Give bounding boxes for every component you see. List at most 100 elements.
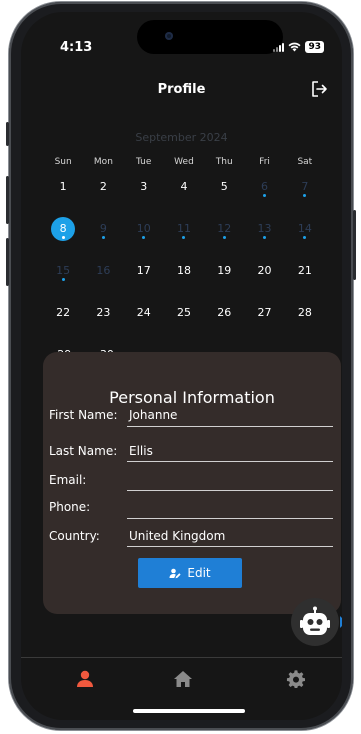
side-button <box>6 122 9 146</box>
calendar-day[interactable]: 6 <box>244 175 284 199</box>
calendar-day-number: 5 <box>220 180 228 193</box>
calendar-day[interactable]: 18 <box>164 259 204 283</box>
last-name-underline <box>127 461 333 462</box>
status-time: 4:13 <box>60 40 93 55</box>
calendar-day-number: 22 <box>56 306 71 319</box>
weekday-label: Wed <box>174 157 194 167</box>
calendar-week-row: 8 9 10 11 12 13 14 <box>43 217 325 259</box>
event-dot <box>222 236 226 239</box>
calendar-week-row: 22 23 24 25 26 27 28 <box>43 301 325 343</box>
email-label: Email: <box>49 473 87 487</box>
country-label: Country: <box>49 529 100 543</box>
chatbot-pointer-icon <box>340 616 342 628</box>
calendar-day-number: 24 <box>136 306 151 319</box>
event-dot <box>61 278 65 281</box>
signal-icon <box>273 42 285 52</box>
robot-icon <box>300 606 330 635</box>
tab-settings-gear-icon[interactable] <box>286 669 306 689</box>
weekday-label: Tue <box>136 157 152 167</box>
last-name-label: Last Name: <box>49 444 118 458</box>
calendar-day[interactable]: 15 <box>43 259 83 283</box>
screen: 4:13 93 Profile September 2024 Sun Mon Tue… <box>21 12 342 720</box>
side-button <box>353 210 356 280</box>
phone-label: Phone: <box>49 500 91 514</box>
calendar-day-number: 4 <box>180 180 188 193</box>
calendar-day[interactable]: 22 <box>43 301 83 325</box>
first-name-underline <box>127 426 333 427</box>
calendar-day-number: 26 <box>217 306 232 319</box>
edit-button[interactable]: Edit <box>138 558 242 588</box>
calendar-day-number: 28 <box>297 306 312 319</box>
calendar-day[interactable]: 17 <box>124 259 164 283</box>
calendar-day[interactable]: 4 <box>164 175 204 199</box>
country-underline <box>127 546 333 547</box>
calendar-day-number: 3 <box>140 180 148 193</box>
home-indicator <box>133 709 245 713</box>
calendar-day[interactable]: 11 <box>164 217 204 241</box>
calendar-day-number: 17 <box>136 264 151 277</box>
side-button <box>6 176 9 224</box>
last-name-field[interactable]: Ellis <box>129 444 153 458</box>
calendar-day-number: 18 <box>176 264 191 277</box>
calendar-weekday-row: Sun Mon Tue Wed Thu Fri Sat <box>43 157 325 175</box>
weekday-label: Thu <box>215 157 233 167</box>
calendar-day[interactable]: 13 <box>244 217 284 241</box>
weekday-label: Mon <box>93 157 113 167</box>
calendar-day-number: 21 <box>297 264 312 277</box>
calendar-day[interactable]: 25 <box>164 301 204 325</box>
chatbot-button[interactable] <box>291 598 339 646</box>
phone-underline <box>127 518 333 519</box>
calendar-day[interactable]: 10 <box>124 217 164 241</box>
calendar-day[interactable]: 2 <box>83 175 123 199</box>
email-underline <box>127 490 333 491</box>
calendar-day-number: 19 <box>217 264 232 277</box>
calendar-day-number: 25 <box>176 306 191 319</box>
user-edit-icon <box>169 568 181 578</box>
calendar-day[interactable]: 26 <box>204 301 244 325</box>
wifi-icon <box>288 42 301 52</box>
calendar-day[interactable]: 1 <box>43 175 83 199</box>
calendar-day[interactable]: 9 <box>83 217 123 241</box>
battery-indicator: 93 <box>305 41 324 53</box>
calendar-day[interactable]: 12 <box>204 217 244 241</box>
tab-home-icon[interactable] <box>173 669 193 689</box>
event-dot <box>101 236 105 239</box>
calendar-day[interactable]: 7 <box>285 175 325 199</box>
calendar-day[interactable]: 27 <box>244 301 284 325</box>
side-button <box>6 238 9 286</box>
calendar-day[interactable]: 24 <box>124 301 164 325</box>
tab-profile-user-icon[interactable] <box>75 669 95 689</box>
calendar-day[interactable]: 20 <box>244 259 284 283</box>
personal-info-title: Personal Information <box>109 388 275 407</box>
calendar-week-row: 1 2 3 4 5 67 <box>43 175 325 217</box>
calendar-day-number: 1 <box>59 180 67 193</box>
calendar-day[interactable]: 3 <box>124 175 164 199</box>
calendar-day[interactable]: 16 <box>83 259 123 283</box>
calendar-day-selected[interactable]: 8 <box>43 217 83 241</box>
calendar-day[interactable]: 23 <box>83 301 123 325</box>
calendar: Sun Mon Tue Wed Thu Fri Sat 1 2 3 4 5 6 7 8 9 10 11 12 13 1… <box>43 157 325 385</box>
dynamic-island <box>137 20 283 54</box>
calendar-day[interactable]: 19 <box>204 259 244 283</box>
country-field[interactable]: United Kingdom <box>129 529 225 543</box>
camera-icon <box>165 32 173 40</box>
calendar-day-number: 16 <box>96 264 111 277</box>
calendar-day[interactable]: 14 <box>285 217 325 241</box>
calendar-day-number: 20 <box>257 264 272 277</box>
page-title: Profile <box>157 82 206 97</box>
calendar-day[interactable]: 21 <box>285 259 325 283</box>
calendar-day[interactable]: 5 <box>204 175 244 199</box>
event-dot <box>61 236 65 239</box>
calendar-day[interactable]: 28 <box>285 301 325 325</box>
tab-bar-divider <box>21 657 342 658</box>
status-indicators: 93 <box>273 41 324 53</box>
calendar-day-number: 27 <box>257 306 272 319</box>
calendar-day-number: 2 <box>99 180 107 193</box>
edit-button-label: Edit <box>187 566 211 580</box>
weekday-label: Sun <box>54 157 72 167</box>
weekday-label: Fri <box>259 157 270 167</box>
first-name-label: First Name: <box>49 408 118 422</box>
calendar-week-row: 15 16 17 18 19 20 21 <box>43 259 325 301</box>
first-name-field[interactable]: Johanne <box>129 408 177 422</box>
logout-icon[interactable] <box>310 80 328 98</box>
